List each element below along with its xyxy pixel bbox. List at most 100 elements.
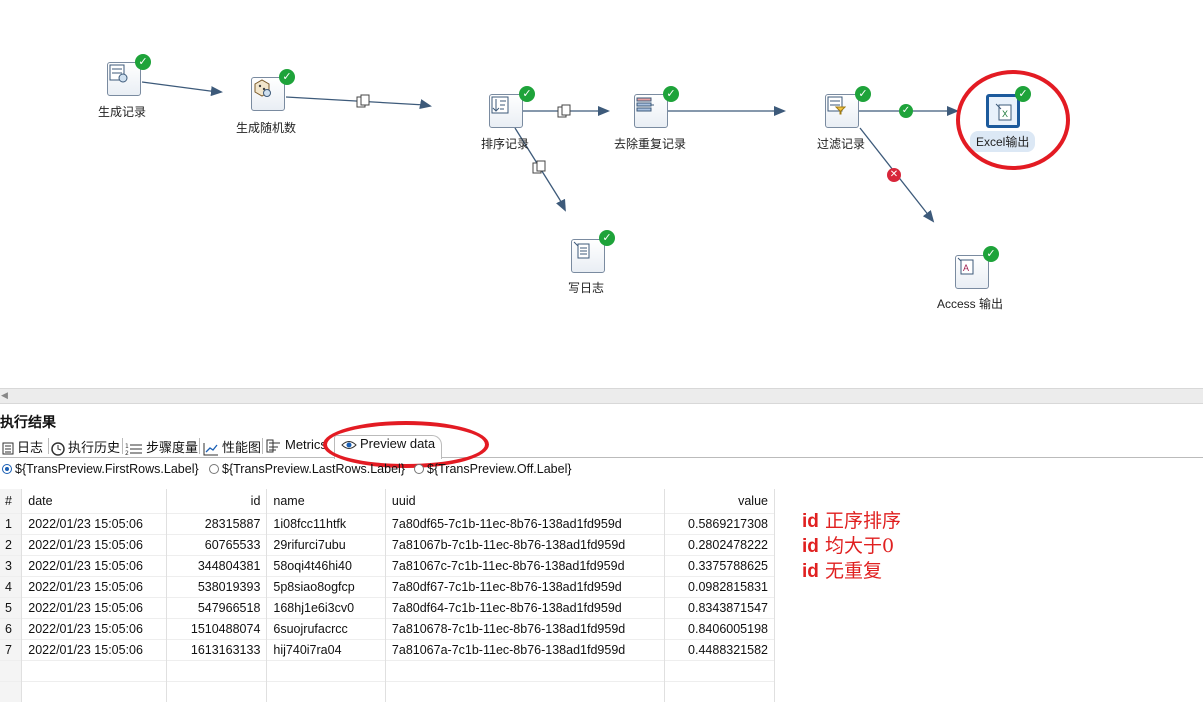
table-cell[interactable]: 2022/01/23 15:05:06 — [22, 556, 167, 577]
row-number: 2 — [0, 535, 22, 556]
table-cell[interactable]: 2022/01/23 15:05:06 — [22, 514, 167, 535]
table-cell[interactable]: 1i08fcc11htfk — [267, 514, 386, 535]
tab-label: 日志 — [17, 440, 43, 455]
column-header[interactable]: # — [0, 489, 22, 514]
step-label: 去除重复记录 — [614, 135, 686, 152]
tab-history[interactable]: 执行历史 — [51, 437, 120, 457]
table-cell[interactable]: hij740i7ra04 — [267, 640, 386, 661]
hop-line[interactable] — [142, 82, 210, 91]
row-number: 1 — [0, 514, 22, 535]
step-filter-rows[interactable] — [825, 94, 859, 128]
table-row[interactable]: 22022/01/23 15:05:066076553329rifurci7ub… — [0, 535, 775, 556]
table-cell[interactable]: 2022/01/23 15:05:06 — [22, 577, 167, 598]
step-excel-output[interactable]: X — [986, 94, 1020, 128]
table-cell[interactable]: 0.5869217308 — [664, 514, 774, 535]
tab-label: 步骤度量 — [146, 440, 198, 455]
step-unique-rows[interactable] — [634, 94, 668, 128]
table-cell[interactable]: 0.4488321582 — [664, 640, 774, 661]
table-cell[interactable]: 7a80df65-7c1b-11ec-8b76-138ad1fd959d — [385, 514, 664, 535]
empty-cell — [267, 661, 386, 682]
table-cell[interactable]: 0.8406005198 — [664, 619, 774, 640]
column-header[interactable]: value — [664, 489, 774, 514]
tab-divider — [199, 438, 200, 454]
radio-first-rows[interactable]: ${TransPreview.FirstRows.Label} — [2, 462, 199, 476]
table-cell[interactable]: 547966518 — [167, 598, 267, 619]
table-cell[interactable]: 0.3375788625 — [664, 556, 774, 577]
table-row[interactable]: 62022/01/23 15:05:0615104880746suojrufac… — [0, 619, 775, 640]
write-log-icon — [572, 240, 592, 260]
table-cell[interactable]: 7a81067b-7c1b-11ec-8b76-138ad1fd959d — [385, 535, 664, 556]
step-ok-icon: ✓ — [135, 54, 151, 70]
false-result-icon: ✕ — [887, 168, 901, 182]
tab-divider — [122, 438, 123, 454]
column-header[interactable]: id — [167, 489, 267, 514]
sort-icon — [490, 95, 510, 115]
table-cell[interactable]: 1510488074 — [167, 619, 267, 640]
transformation-canvas[interactable]: ✓ ✕ ✓ 生成记录 ✓ 生成随机数 ✓ 排序记录 ✓ 去除重复记录 ✓ 过滤记… — [0, 0, 1203, 388]
step-ok-icon: ✓ — [663, 86, 679, 102]
table-cell[interactable]: 7a80df67-7c1b-11ec-8b76-138ad1fd959d — [385, 577, 664, 598]
table-cell[interactable]: 0.0982815831 — [664, 577, 774, 598]
radio-last-rows[interactable]: ${TransPreview.LastRows.Label} — [209, 462, 405, 476]
column-header[interactable]: name — [267, 489, 386, 514]
step-label: 写日志 — [568, 279, 604, 296]
tab-label: Preview data — [360, 436, 435, 451]
row-number: 4 — [0, 577, 22, 598]
table-cell[interactable]: 2022/01/23 15:05:06 — [22, 619, 167, 640]
table-cell[interactable]: 1613163133 — [167, 640, 267, 661]
table-cell[interactable]: 2022/01/23 15:05:06 — [22, 535, 167, 556]
step-write-log[interactable] — [571, 239, 605, 273]
table-cell[interactable]: 5p8siao8ogfcp — [267, 577, 386, 598]
table-cell[interactable]: 344804381 — [167, 556, 267, 577]
empty-cell — [167, 682, 267, 702]
table-row[interactable]: 32022/01/23 15:05:0634480438158oqi4t46hi… — [0, 556, 775, 577]
step-access-output[interactable]: A — [955, 255, 989, 289]
table-cell[interactable]: 2022/01/23 15:05:06 — [22, 598, 167, 619]
table-cell[interactable]: 168hj1e6i3cv0 — [267, 598, 386, 619]
tab-preview-data[interactable]: Preview data — [334, 435, 442, 459]
true-result-icon: ✓ — [899, 104, 913, 118]
table-cell[interactable]: 28315887 — [167, 514, 267, 535]
step-ok-icon: ✓ — [983, 246, 999, 262]
tab-performance[interactable]: 性能图 — [203, 437, 261, 457]
excel-icon: X — [994, 102, 1014, 122]
note-line: id 均大于0 — [802, 534, 901, 559]
table-cell[interactable]: 0.2802478222 — [664, 535, 774, 556]
table-row[interactable]: 42022/01/23 15:05:065380193935p8siao8ogf… — [0, 577, 775, 598]
radio-off[interactable]: ${TransPreview.Off.Label} — [414, 462, 572, 476]
table-cell[interactable]: 7a810678-7c1b-11ec-8b76-138ad1fd959d — [385, 619, 664, 640]
table-cell[interactable]: 6suojrufacrcc — [267, 619, 386, 640]
scroll-left-icon[interactable]: ◀ — [1, 390, 8, 401]
step-label: 生成随机数 — [236, 119, 296, 136]
table-cell[interactable]: 60765533 — [167, 535, 267, 556]
table-row[interactable]: 72022/01/23 15:05:061613163133hij740i7ra… — [0, 640, 775, 661]
tab-metrics[interactable]: Metrics — [266, 437, 327, 457]
table-cell[interactable]: 0.8343871547 — [664, 598, 774, 619]
empty-row — [0, 661, 775, 682]
copy-rows-icon — [557, 104, 571, 118]
column-header[interactable]: date — [22, 489, 167, 514]
tab-divider — [262, 438, 263, 454]
column-header[interactable]: uuid — [385, 489, 664, 514]
empty-cell — [0, 682, 22, 702]
step-metrics-icon: 12 — [125, 442, 143, 456]
unique-rows-icon — [635, 95, 655, 115]
step-sort-rows[interactable] — [489, 94, 523, 128]
table-row[interactable]: 12022/01/23 15:05:06283158871i08fcc11htf… — [0, 514, 775, 535]
table-cell[interactable]: 7a80df64-7c1b-11ec-8b76-138ad1fd959d — [385, 598, 664, 619]
tab-log[interactable]: 日志 — [2, 437, 43, 457]
table-cell[interactable]: 7a81067a-7c1b-11ec-8b76-138ad1fd959d — [385, 640, 664, 661]
results-panel-title: 执行结果 — [0, 412, 56, 432]
horizontal-scrollbar[interactable]: ◀ — [0, 388, 1203, 404]
table-row[interactable]: 52022/01/23 15:05:06547966518168hj1e6i3c… — [0, 598, 775, 619]
table-cell[interactable]: 2022/01/23 15:05:06 — [22, 640, 167, 661]
svg-text:2: 2 — [125, 450, 129, 456]
table-cell[interactable]: 538019393 — [167, 577, 267, 598]
table-cell[interactable]: 29rifurci7ubu — [267, 535, 386, 556]
empty-cell — [267, 682, 386, 702]
tab-step-metrics[interactable]: 12步骤度量 — [125, 437, 198, 457]
svg-text:1: 1 — [125, 443, 129, 450]
empty-cell — [385, 661, 664, 682]
table-cell[interactable]: 7a81067c-7c1b-11ec-8b76-138ad1fd959d — [385, 556, 664, 577]
table-cell[interactable]: 58oqi4t46hi40 — [267, 556, 386, 577]
